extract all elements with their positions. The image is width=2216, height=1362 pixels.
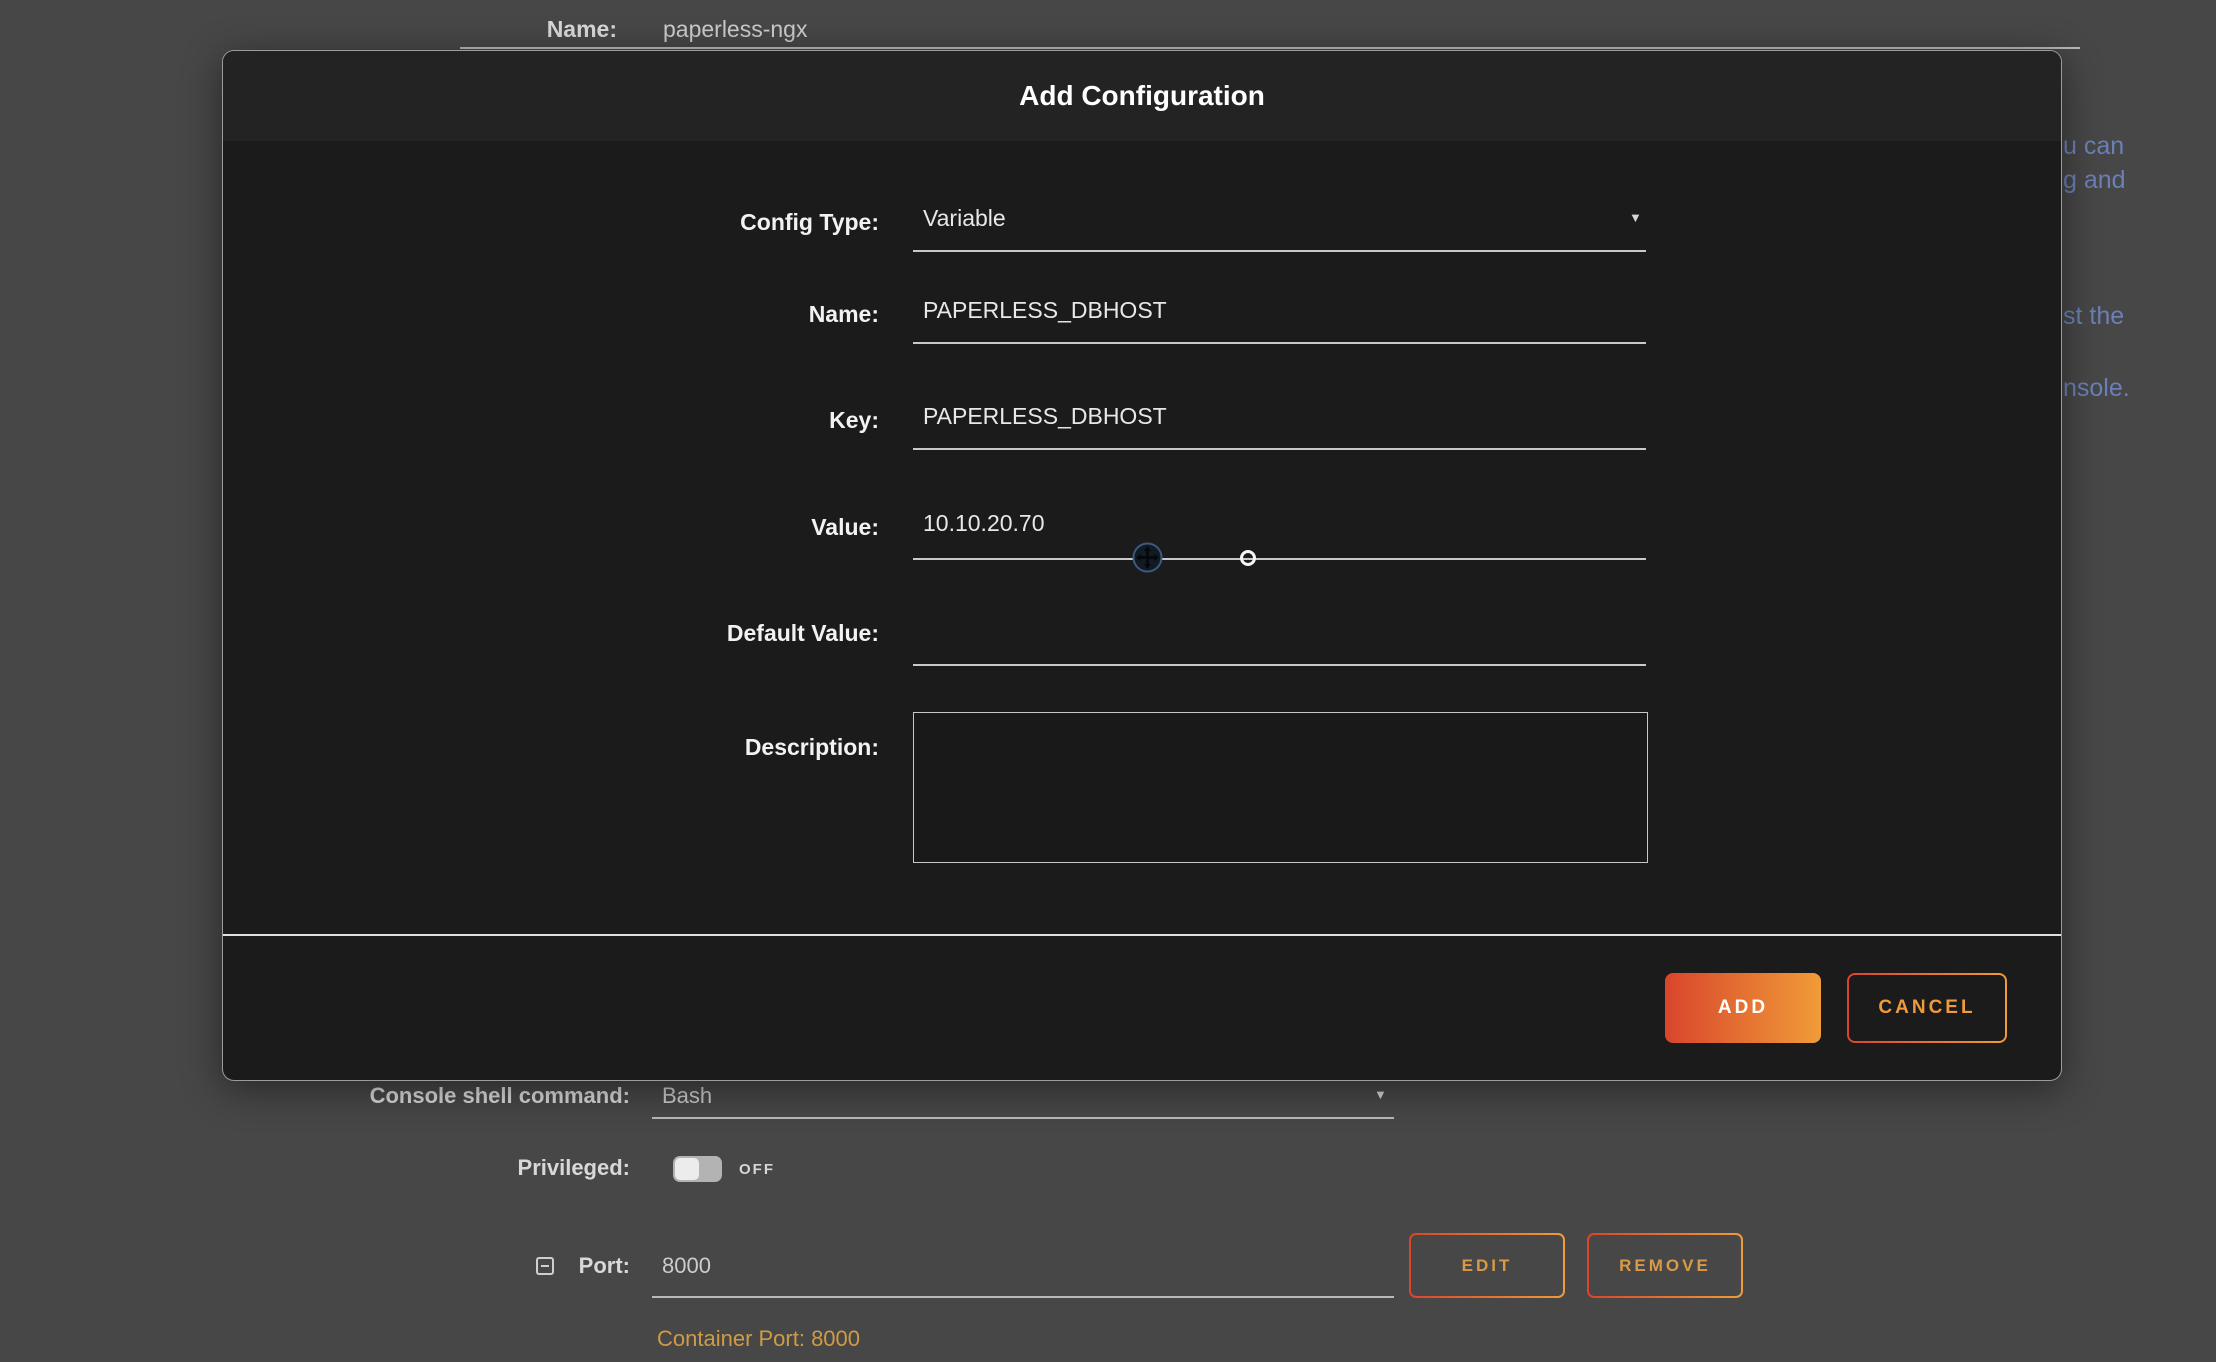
config-type-select[interactable] [913, 205, 1646, 232]
key-input[interactable] [913, 403, 1646, 430]
value-label: Value: [223, 514, 879, 541]
chevron-down-icon[interactable]: ▼ [1629, 211, 1642, 224]
console-shell-select[interactable]: Bash [662, 1083, 712, 1109]
edit-button[interactable]: EDIT [1409, 1233, 1565, 1298]
config-type-label: Config Type: [223, 209, 879, 236]
privileged-state-text: OFF [739, 1161, 775, 1178]
dialog-header: Add Configuration [223, 51, 2061, 141]
bg-text-fragment: u can [2063, 132, 2124, 161]
container-port-text: Container Port: 8000 [657, 1326, 860, 1352]
description-textarea[interactable] [913, 712, 1648, 863]
bg-name-value: paperless-ngx [663, 16, 807, 43]
bg-text-fragment: g and [2063, 166, 2126, 195]
port-label: Port: [0, 1253, 630, 1279]
chevron-down-icon[interactable]: ▼ [1374, 1088, 1387, 1101]
bg-text-fragment: st the [2063, 302, 2124, 331]
name-label: Name: [223, 301, 879, 328]
default-value-label: Default Value: [223, 620, 879, 647]
toggle-knob-icon [675, 1158, 699, 1180]
footer-divider [223, 934, 2061, 936]
move-cursor-icon [1132, 542, 1163, 573]
key-label: Key: [223, 407, 879, 434]
bg-name-label: Name: [0, 16, 617, 43]
bg-text-fragment: nsole. [2063, 374, 2130, 403]
bg-name-underline [460, 47, 2080, 49]
key-underline [913, 448, 1646, 450]
add-button[interactable]: ADD [1665, 973, 1821, 1043]
name-underline [913, 342, 1646, 344]
click-indicator-circle-icon [1240, 550, 1256, 566]
privileged-toggle[interactable] [673, 1156, 722, 1182]
console-shell-label: Console shell command: [0, 1083, 630, 1109]
name-input[interactable] [913, 297, 1646, 324]
dialog-title: Add Configuration [223, 51, 2061, 141]
value-underline [913, 558, 1646, 560]
port-underline [652, 1296, 1394, 1298]
port-value-field[interactable]: 8000 [662, 1253, 711, 1279]
privileged-label: Privileged: [0, 1155, 630, 1181]
default-value-input[interactable] [913, 616, 1646, 643]
config-type-underline [913, 250, 1646, 252]
default-value-underline [913, 664, 1646, 666]
page: { "modal": { "title": "Add Configuration… [0, 0, 2216, 1362]
cancel-button[interactable]: CANCEL [1847, 973, 2007, 1043]
description-label: Description: [223, 734, 879, 761]
remove-button[interactable]: REMOVE [1587, 1233, 1743, 1298]
console-shell-underline [652, 1117, 1394, 1119]
value-input[interactable] [913, 510, 1646, 537]
